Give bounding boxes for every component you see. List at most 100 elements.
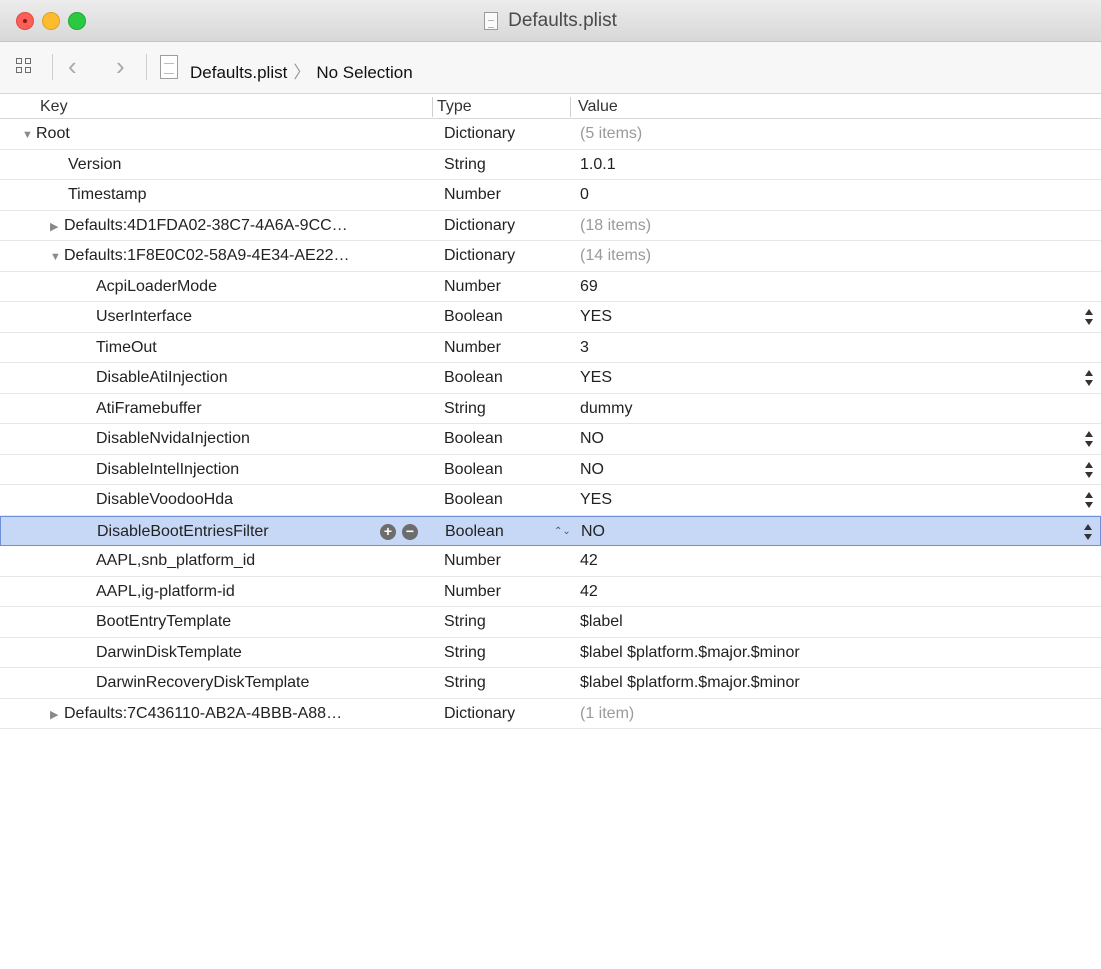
value-cell[interactable]: YES (580, 485, 612, 515)
value-cell[interactable]: NO (580, 424, 604, 454)
boolean-stepper-icon[interactable] (1085, 308, 1093, 326)
key-cell[interactable]: DarwinDiskTemplate (96, 638, 426, 668)
type-cell[interactable]: Boolean (444, 455, 503, 485)
add-item-icon[interactable]: + (380, 523, 396, 540)
forward-arrow-icon[interactable]: › (116, 53, 125, 79)
key-cell[interactable]: Timestamp (68, 180, 398, 210)
table-row[interactable]: BootEntryTemplate String $label (0, 607, 1101, 638)
value-cell[interactable]: YES (580, 302, 612, 332)
value-cell[interactable]: (14 items) (580, 241, 651, 271)
type-cell[interactable]: String (444, 638, 486, 668)
table-row-selected[interactable]: DisableBootEntriesFilter + − ⌃⌄ Boolean NO (0, 515, 1101, 547)
value-cell[interactable]: NO (580, 455, 604, 485)
table-row[interactable]: Timestamp Number 0 (0, 180, 1101, 211)
column-divider[interactable] (432, 97, 433, 117)
back-arrow-icon[interactable]: ‹ (68, 53, 77, 79)
key-cell[interactable]: DarwinRecoveryDiskTemplate (96, 668, 426, 698)
column-divider[interactable] (570, 97, 571, 117)
type-cell[interactable]: Number (444, 180, 501, 210)
type-cell[interactable]: Dictionary (444, 211, 515, 241)
value-cell[interactable]: 3 (580, 333, 589, 363)
table-row[interactable]: ▼ Defaults:1F8E0C02-58A9-4E34-AE22… Dictio… (0, 241, 1101, 272)
value-cell[interactable]: (18 items) (580, 211, 651, 241)
value-cell[interactable]: (5 items) (580, 119, 642, 149)
table-row[interactable]: AAPL,ig-platform-id Number 42 (0, 577, 1101, 607)
value-cell[interactable]: 1.0.1 (580, 150, 616, 180)
key-cell[interactable]: ▶ Defaults:7C436110-AB2A-4BBB-A88… (50, 699, 380, 729)
boolean-stepper-icon[interactable] (1085, 369, 1093, 387)
boolean-stepper-icon[interactable] (1084, 523, 1092, 541)
type-cell[interactable]: Boolean (444, 363, 503, 393)
type-cell[interactable]: Number (444, 333, 501, 363)
table-row[interactable]: UserInterface Boolean YES (0, 302, 1101, 333)
type-cell[interactable]: Number (444, 272, 501, 302)
type-cell[interactable]: String (444, 150, 486, 180)
key-cell[interactable]: AAPL,ig-platform-id (96, 577, 426, 607)
key-cell[interactable]: UserInterface (96, 302, 426, 332)
key-cell[interactable]: ▼ Defaults:1F8E0C02-58A9-4E34-AE22… (50, 241, 380, 271)
key-cell[interactable]: DisableIntelInjection (96, 455, 426, 485)
type-cell[interactable]: Boolean (445, 517, 504, 547)
key-cell[interactable]: BootEntryTemplate (96, 607, 426, 637)
key-cell[interactable]: DisableVoodooHda (96, 485, 426, 515)
value-cell[interactable]: 42 (580, 577, 598, 607)
table-row[interactable]: DarwinDiskTemplate String $label $platform… (0, 638, 1101, 668)
key-cell[interactable]: Version (68, 150, 398, 180)
table-row[interactable]: DarwinRecoveryDiskTemplate String $label $… (0, 668, 1101, 699)
value-cell[interactable]: dummy (580, 394, 632, 424)
breadcrumb-file[interactable]: Defaults.plist (190, 63, 287, 82)
table-row[interactable]: DisableIntelInjection Boolean NO (0, 455, 1101, 485)
type-cell[interactable]: String (444, 607, 486, 637)
breadcrumb-selection[interactable]: No Selection (316, 63, 412, 82)
table-row[interactable]: AcpiLoaderMode Number 69 (0, 272, 1101, 302)
value-cell[interactable]: (1 item) (580, 699, 634, 729)
key-cell[interactable]: DisableAtiInjection (96, 363, 426, 393)
disclosure-expanded-icon[interactable]: ▼ (50, 243, 62, 271)
type-cell[interactable]: Number (444, 546, 501, 576)
boolean-stepper-icon[interactable] (1085, 430, 1093, 448)
boolean-stepper-icon[interactable] (1085, 491, 1093, 509)
key-cell[interactable]: DisableBootEntriesFilter (97, 517, 427, 547)
type-popup-chevron-icon[interactable]: ⌃⌄ (554, 517, 571, 546)
key-cell[interactable]: AtiFramebuffer (96, 394, 426, 424)
key-cell[interactable]: TimeOut (96, 333, 426, 363)
table-row[interactable]: TimeOut Number 3 (0, 333, 1101, 363)
type-cell[interactable]: Boolean (444, 302, 503, 332)
key-cell[interactable]: AcpiLoaderMode (96, 272, 426, 302)
boolean-stepper-icon[interactable] (1085, 461, 1093, 479)
value-cell[interactable]: 0 (580, 180, 589, 210)
table-row[interactable]: AtiFramebuffer String dummy (0, 394, 1101, 424)
table-row[interactable]: ▶ Defaults:7C436110-AB2A-4BBB-A88… Diction… (0, 699, 1101, 729)
value-cell[interactable]: 69 (580, 272, 598, 302)
table-row[interactable]: ▶ Defaults:4D1FDA02-38C7-4A6A-9CC… Diction… (0, 211, 1101, 241)
disclosure-collapsed-icon[interactable]: ▶ (50, 213, 62, 241)
related-items-grid-icon[interactable] (16, 58, 34, 76)
type-cell[interactable]: Dictionary (444, 241, 515, 271)
type-cell[interactable]: Dictionary (444, 119, 515, 149)
table-row[interactable]: Version String 1.0.1 (0, 150, 1101, 180)
key-cell[interactable]: DisableNvidaInjection (96, 424, 426, 454)
type-cell[interactable]: String (444, 394, 486, 424)
type-cell[interactable]: Boolean (444, 485, 503, 515)
value-cell[interactable]: 42 (580, 546, 598, 576)
column-header-value[interactable]: Value (578, 95, 618, 119)
key-cell[interactable]: AAPL,snb_platform_id (96, 546, 426, 576)
type-cell[interactable]: Boolean (444, 424, 503, 454)
disclosure-expanded-icon[interactable]: ▼ (22, 121, 34, 149)
value-cell[interactable]: $label (580, 607, 623, 637)
disclosure-collapsed-icon[interactable]: ▶ (50, 701, 62, 729)
table-row[interactable]: DisableVoodooHda Boolean YES (0, 485, 1101, 516)
value-cell[interactable]: YES (580, 363, 612, 393)
type-cell[interactable]: String (444, 668, 486, 698)
table-row[interactable]: ▼ Root Dictionary (5 items) (0, 119, 1101, 150)
value-cell[interactable]: $label $platform.$major.$minor (580, 638, 800, 668)
value-cell[interactable]: $label $platform.$major.$minor (580, 668, 800, 698)
value-cell[interactable]: NO (581, 517, 605, 547)
remove-item-icon[interactable]: − (402, 523, 418, 540)
table-row[interactable]: DisableAtiInjection Boolean YES (0, 363, 1101, 394)
key-cell[interactable]: ▶ Defaults:4D1FDA02-38C7-4A6A-9CC… (50, 211, 380, 241)
type-cell[interactable]: Number (444, 577, 501, 607)
type-cell[interactable]: Dictionary (444, 699, 515, 729)
table-row[interactable]: DisableNvidaInjection Boolean NO (0, 424, 1101, 455)
table-row[interactable]: AAPL,snb_platform_id Number 42 (0, 546, 1101, 577)
